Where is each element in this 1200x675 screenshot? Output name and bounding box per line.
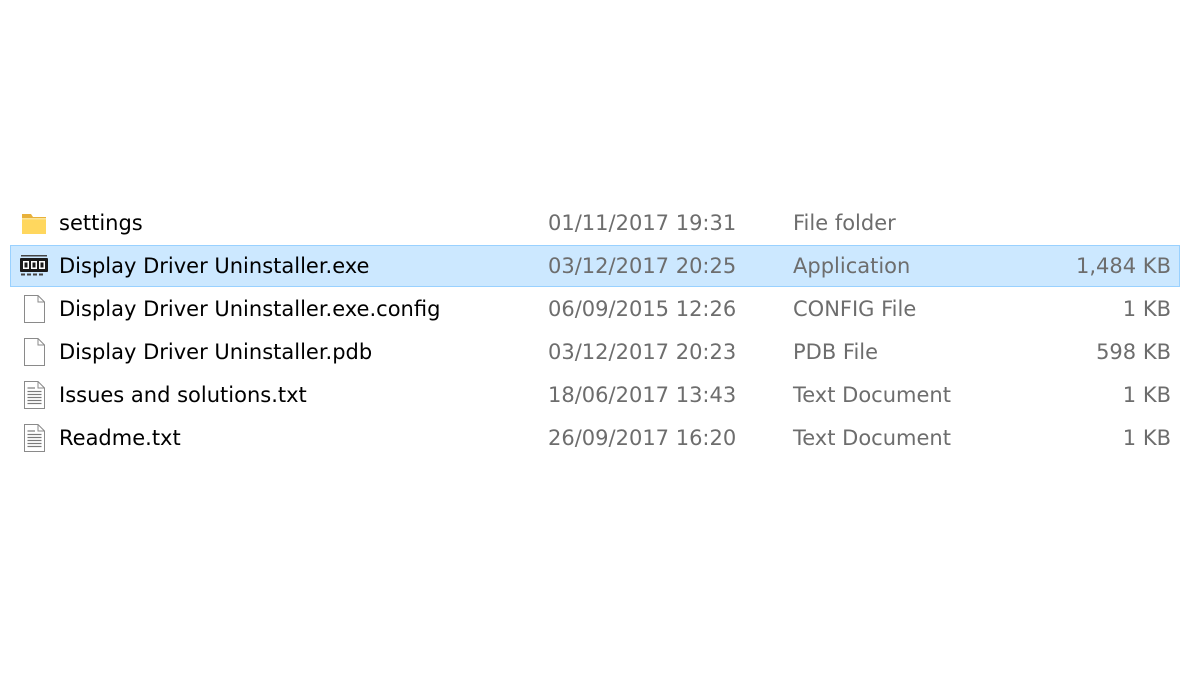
file-date-modified: 18/06/2017 13:43: [548, 383, 737, 407]
file-type: Text Document: [793, 383, 951, 407]
file-row-settings[interactable]: settings 01/11/2017 19:31 File folder: [10, 202, 1180, 244]
text-file-icon: [19, 423, 49, 453]
file-row-display-driver-uninstaller-exe-config[interactable]: Display Driver Uninstaller.exe.config 06…: [10, 288, 1180, 330]
file-size: 1 KB: [1122, 383, 1171, 407]
file-date-modified: 26/09/2017 16:20: [548, 426, 737, 450]
file-size: 598 KB: [1096, 340, 1171, 364]
file-row-display-driver-uninstaller-exe[interactable]: Display Driver Uninstaller.exe 03/12/201…: [10, 245, 1180, 287]
file-type: PDB File: [793, 340, 879, 364]
text-file-icon: [19, 380, 49, 410]
file-size: 1 KB: [1122, 297, 1171, 321]
file-size: 1,484 KB: [1076, 254, 1171, 278]
file-date-modified: 06/09/2015 12:26: [548, 297, 737, 321]
file-name: settings: [59, 211, 143, 235]
file-type: CONFIG File: [793, 297, 917, 321]
file-name: Display Driver Uninstaller.pdb: [59, 340, 373, 364]
file-name: Display Driver Uninstaller.exe.config: [59, 297, 441, 321]
file-list: settings 01/11/2017 19:31 File folder Di…: [10, 202, 1180, 460]
file-size: 1 KB: [1122, 426, 1171, 450]
blank-file-icon: [19, 294, 49, 324]
file-name: Issues and solutions.txt: [59, 383, 307, 407]
file-row-issues-and-solutions-txt[interactable]: Issues and solutions.txt 18/06/2017 13:4…: [10, 374, 1180, 416]
file-row-readme-txt[interactable]: Readme.txt 26/09/2017 16:20 Text Documen…: [10, 417, 1180, 459]
file-row-display-driver-uninstaller-pdb[interactable]: Display Driver Uninstaller.pdb 03/12/201…: [10, 331, 1180, 373]
folder-icon: [19, 208, 49, 238]
file-type: File folder: [793, 211, 896, 235]
file-type: Application: [793, 254, 911, 278]
file-date-modified: 03/12/2017 20:25: [548, 254, 737, 278]
blank-file-icon: [19, 337, 49, 367]
file-date-modified: 01/11/2017 19:31: [548, 211, 737, 235]
file-type: Text Document: [793, 426, 951, 450]
file-name: Readme.txt: [59, 426, 181, 450]
application-icon: [19, 251, 49, 281]
file-name: Display Driver Uninstaller.exe: [59, 254, 370, 278]
file-date-modified: 03/12/2017 20:23: [548, 340, 737, 364]
